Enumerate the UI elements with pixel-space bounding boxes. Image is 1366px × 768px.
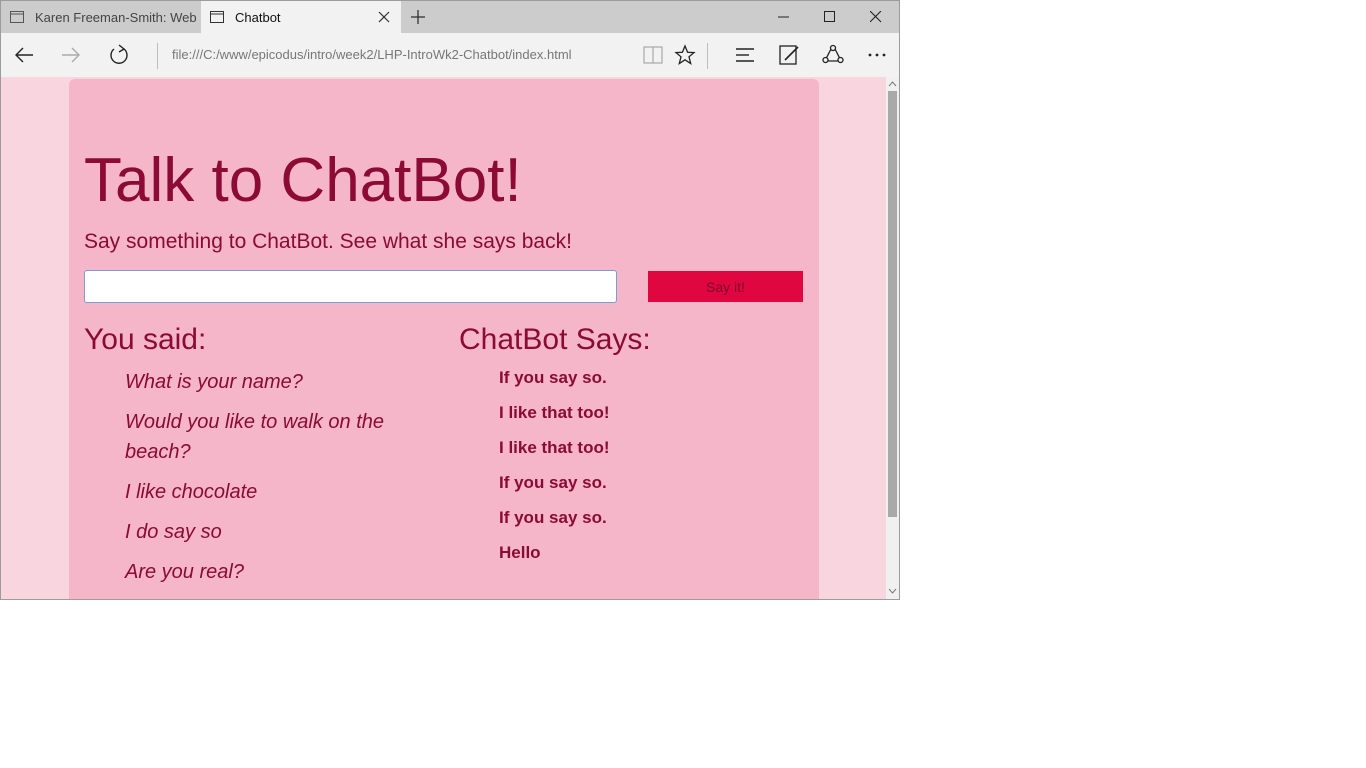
browser-window: Karen Freeman-Smith: Web Chatbot file://… (0, 0, 900, 600)
web-note-icon[interactable] (777, 43, 801, 67)
minimize-button[interactable] (761, 1, 807, 33)
maximize-button[interactable] (807, 1, 853, 33)
list-item: Hello (499, 543, 541, 562)
address-bar[interactable]: file:///C:/www/epicodus/intro/week2/LHP-… (172, 47, 572, 62)
list-item: If you say so. (499, 473, 607, 492)
favorite-star-icon[interactable] (673, 43, 697, 67)
list-item: I like that too! (499, 403, 610, 422)
you-said-heading: You said: (84, 323, 207, 356)
new-tab-icon[interactable] (405, 5, 431, 29)
page-icon (10, 11, 24, 23)
list-item: Would you like to walk on the beach? (125, 411, 385, 463)
list-item: What is your name? (125, 371, 303, 393)
toolbar-divider (707, 43, 708, 69)
close-tab-icon[interactable] (375, 8, 393, 26)
page-icon (210, 11, 224, 23)
chatbot-says-list: If you say so. I like that too! I like t… (499, 367, 610, 577)
forward-arrow-icon[interactable] (59, 43, 83, 67)
browser-toolbar: file:///C:/www/epicodus/intro/week2/LHP-… (1, 33, 899, 77)
you-said-list: What is your name? Would you like to wal… (125, 367, 425, 597)
vertical-scrollbar[interactable] (886, 77, 899, 599)
tab-strip: Karen Freeman-Smith: Web Chatbot (1, 1, 899, 33)
close-window-button[interactable] (853, 1, 899, 33)
share-icon[interactable] (821, 43, 845, 67)
back-arrow-icon[interactable] (12, 43, 36, 67)
say-it-button[interactable]: Say it! (648, 271, 803, 302)
page-title: Talk to ChatBot! (84, 146, 522, 215)
list-item: If you say so. (499, 508, 607, 527)
list-item: I do say so (125, 521, 222, 543)
tab-label: Chatbot (235, 9, 281, 25)
hub-icon[interactable] (733, 43, 757, 67)
reading-view-icon[interactable] (641, 43, 665, 67)
scroll-down-arrow-icon[interactable] (888, 587, 897, 595)
page-viewport: Talk to ChatBot! Say something to ChatBo… (1, 77, 886, 599)
close-icon (870, 11, 882, 23)
address-divider (157, 43, 158, 69)
tab-chatbot[interactable]: Chatbot (201, 1, 401, 33)
list-item: Are you real? (125, 561, 244, 583)
scroll-up-arrow-icon[interactable] (888, 80, 897, 88)
chat-container: Talk to ChatBot! Say something to ChatBo… (69, 79, 819, 599)
list-item: I like chocolate (125, 481, 258, 503)
maximize-icon (824, 11, 835, 22)
chat-input[interactable] (84, 270, 617, 303)
list-item: If you say so. (499, 368, 607, 387)
chatbot-says-heading: ChatBot Says: (459, 323, 651, 356)
more-icon[interactable] (865, 43, 889, 67)
tab-karen-freeman-smith[interactable]: Karen Freeman-Smith: Web (1, 1, 200, 33)
scrollbar-thumb[interactable] (888, 91, 897, 517)
minimize-icon (778, 16, 789, 18)
refresh-icon[interactable] (107, 43, 131, 67)
list-item: I like that too! (499, 438, 610, 457)
page-subtitle: Say something to ChatBot. See what she s… (84, 230, 572, 253)
tab-label: Karen Freeman-Smith: Web (35, 9, 197, 25)
